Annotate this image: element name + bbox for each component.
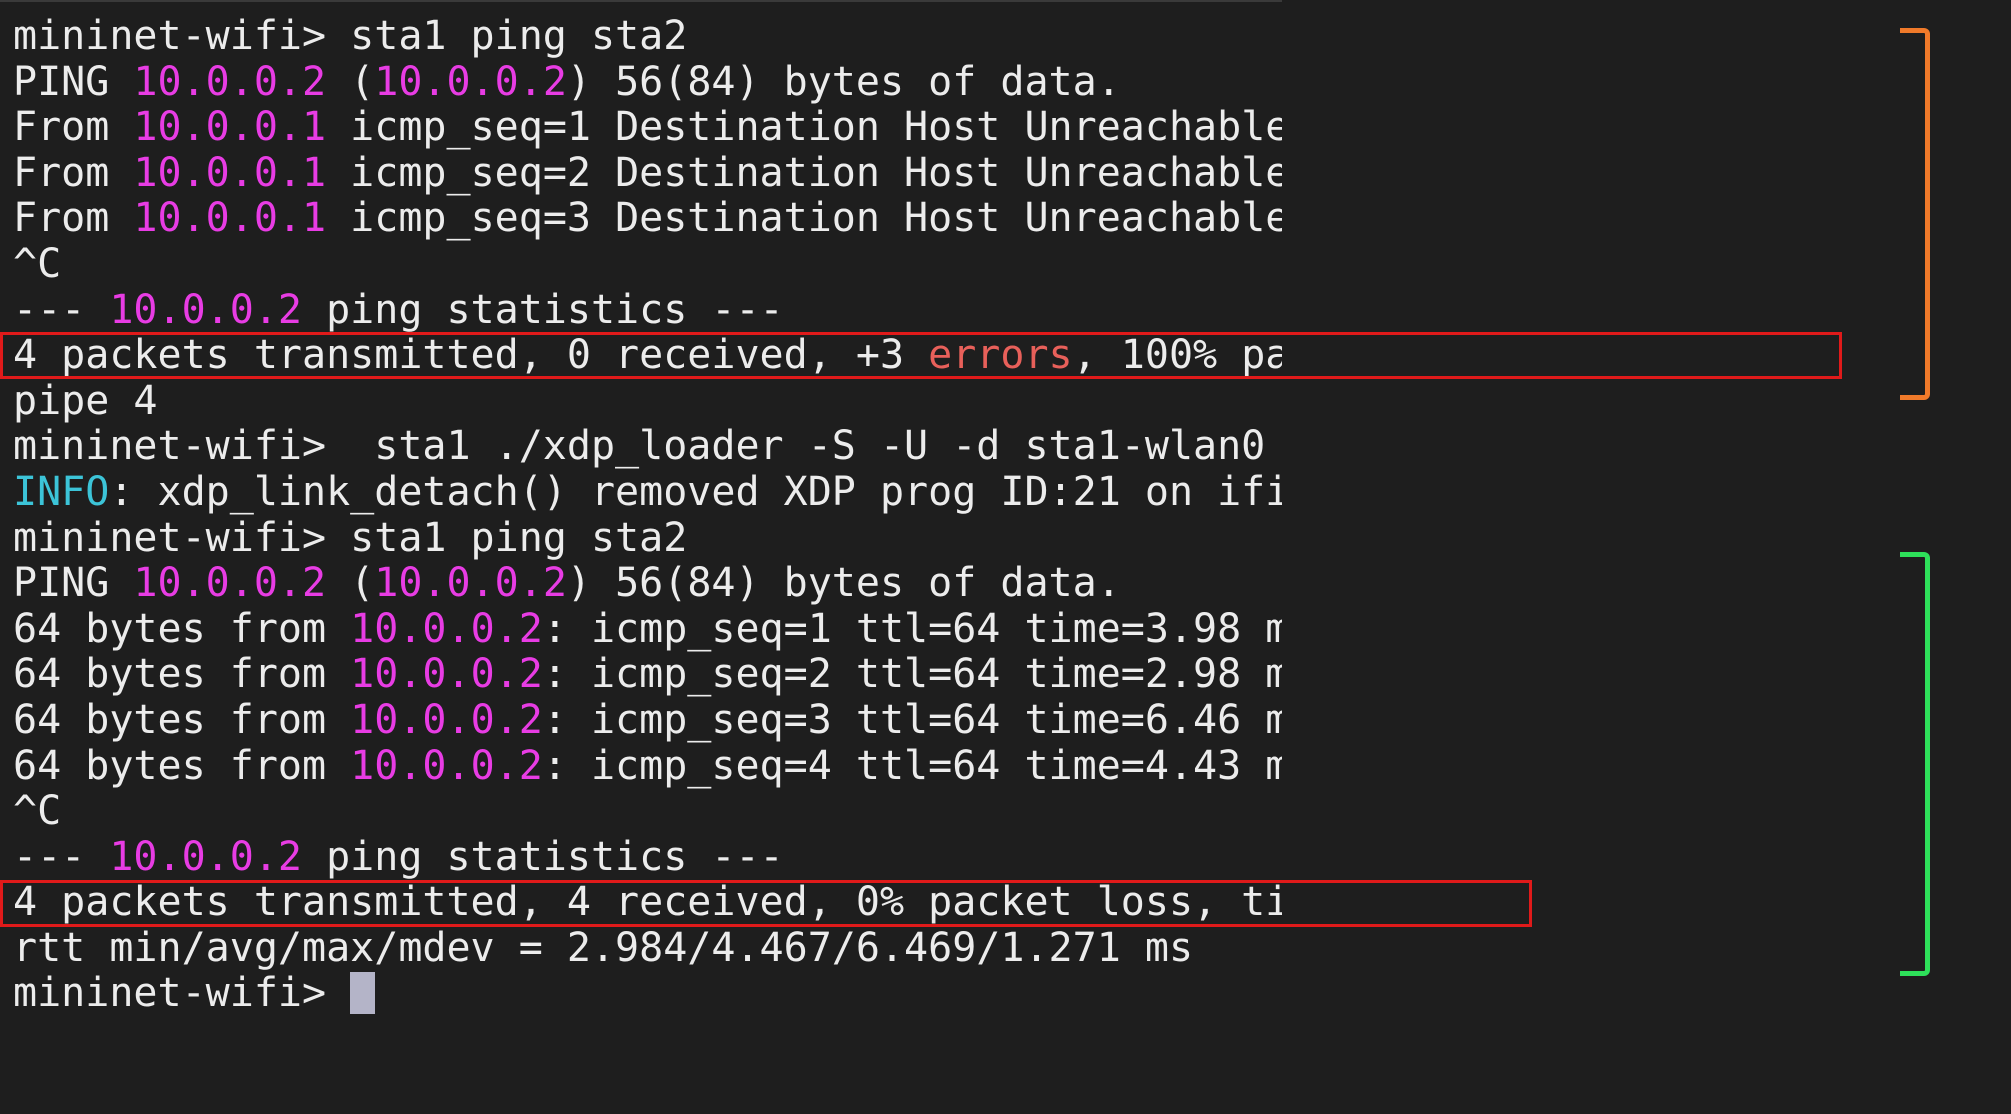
terminal-text: From bbox=[13, 149, 134, 196]
terminal-text: : xdp_link_detach() removed XDP prog ID:… bbox=[109, 468, 1458, 515]
terminal-text: rtt min/avg/max/mdev = 2.984/4.467/6.469… bbox=[13, 924, 1194, 971]
terminal-text: mininet-wifi> bbox=[13, 970, 351, 1017]
terminal-text: : icmp_seq=1 ttl=64 time=3.98 ms bbox=[542, 605, 1314, 652]
terminal-text: pipe 4 bbox=[13, 377, 158, 424]
terminal-text: : icmp_seq=3 ttl=64 time=6.46 ms bbox=[542, 696, 1314, 743]
terminal-text: From bbox=[13, 195, 134, 242]
terminal-text: PING bbox=[13, 58, 134, 105]
terminal-text: 64 bytes from bbox=[13, 605, 351, 652]
terminal-text: ^C bbox=[13, 788, 62, 835]
terminal-text-ip: 10.0.0.2 bbox=[350, 605, 543, 652]
terminal-text: : icmp_seq=2 ttl=64 time=2.98 ms bbox=[542, 651, 1314, 698]
terminal-text: ( bbox=[326, 58, 375, 105]
terminal-text-ip: 10.0.0.1 bbox=[133, 104, 327, 151]
terminal-text: icmp_seq=3 Destination Host Unreachable bbox=[326, 195, 1290, 242]
terminal-text: 64 bytes from bbox=[13, 696, 351, 743]
terminal-text: --- bbox=[13, 286, 110, 333]
terminal-text-ip: 10.0.0.2 bbox=[374, 58, 567, 105]
terminal-text-ip: 10.0.0.2 bbox=[350, 696, 543, 743]
terminal-text-ip: 10.0.0.2 bbox=[133, 560, 327, 607]
terminal-text: ) 56(84) bytes of data. bbox=[566, 560, 1121, 607]
terminal-text: icmp_seq=2 Destination Host Unreachable bbox=[326, 149, 1290, 196]
terminal-text-ip: 10.0.0.1 bbox=[133, 195, 327, 242]
terminal-text-info: INFO bbox=[13, 468, 110, 515]
terminal-text-ip: 10.0.0.2 bbox=[133, 58, 327, 105]
terminal-text: ping statistics --- bbox=[301, 833, 784, 880]
terminal-text: mininet-wifi> sta1 ./xdp_loader -S -U -d… bbox=[13, 423, 1266, 470]
terminal-text-ip: 10.0.0.1 bbox=[133, 149, 327, 196]
failed-ping-summary-highlight-ext bbox=[0, 332, 1842, 379]
terminal-text-ip: 10.0.0.2 bbox=[374, 560, 567, 607]
successful-ping-summary-highlight-ext bbox=[0, 880, 1532, 927]
terminal-text: From bbox=[13, 104, 134, 151]
terminal-text: 64 bytes from bbox=[13, 651, 351, 698]
terminal-text-ip: 10.0.0.2 bbox=[350, 651, 543, 698]
terminal-text-ip: 10.0.0.2 bbox=[109, 833, 302, 880]
terminal-text: icmp_seq=1 Destination Host Unreachable bbox=[326, 104, 1290, 151]
terminal-text: : icmp_seq=4 ttl=64 time=4.43 ms bbox=[542, 742, 1314, 789]
successful-ping-bracket bbox=[1900, 552, 1930, 976]
terminal-text: mininet-wifi> sta1 ping sta2 bbox=[13, 13, 688, 59]
terminal-text: PING bbox=[13, 560, 134, 607]
terminal-window[interactable]: mininet-wifi> sta1 ping sta2 PING 10.0.0.… bbox=[0, 0, 1819, 1114]
terminal-text-ip: 10.0.0.2 bbox=[109, 286, 302, 333]
terminal-text: mininet-wifi> sta1 ping sta2 bbox=[13, 514, 688, 561]
failed-ping-bracket bbox=[1900, 28, 1930, 400]
terminal-text: ( bbox=[326, 560, 375, 607]
terminal-text: ^C bbox=[13, 240, 62, 287]
terminal-text: --- bbox=[13, 833, 110, 880]
terminal-text: 64 bytes from bbox=[13, 742, 351, 789]
terminal-text: ping statistics --- bbox=[301, 286, 784, 333]
terminal-text: ) 56(84) bytes of data. bbox=[566, 58, 1121, 105]
text-cursor[interactable] bbox=[350, 972, 376, 1015]
terminal-text-ip: 10.0.0.2 bbox=[350, 742, 543, 789]
